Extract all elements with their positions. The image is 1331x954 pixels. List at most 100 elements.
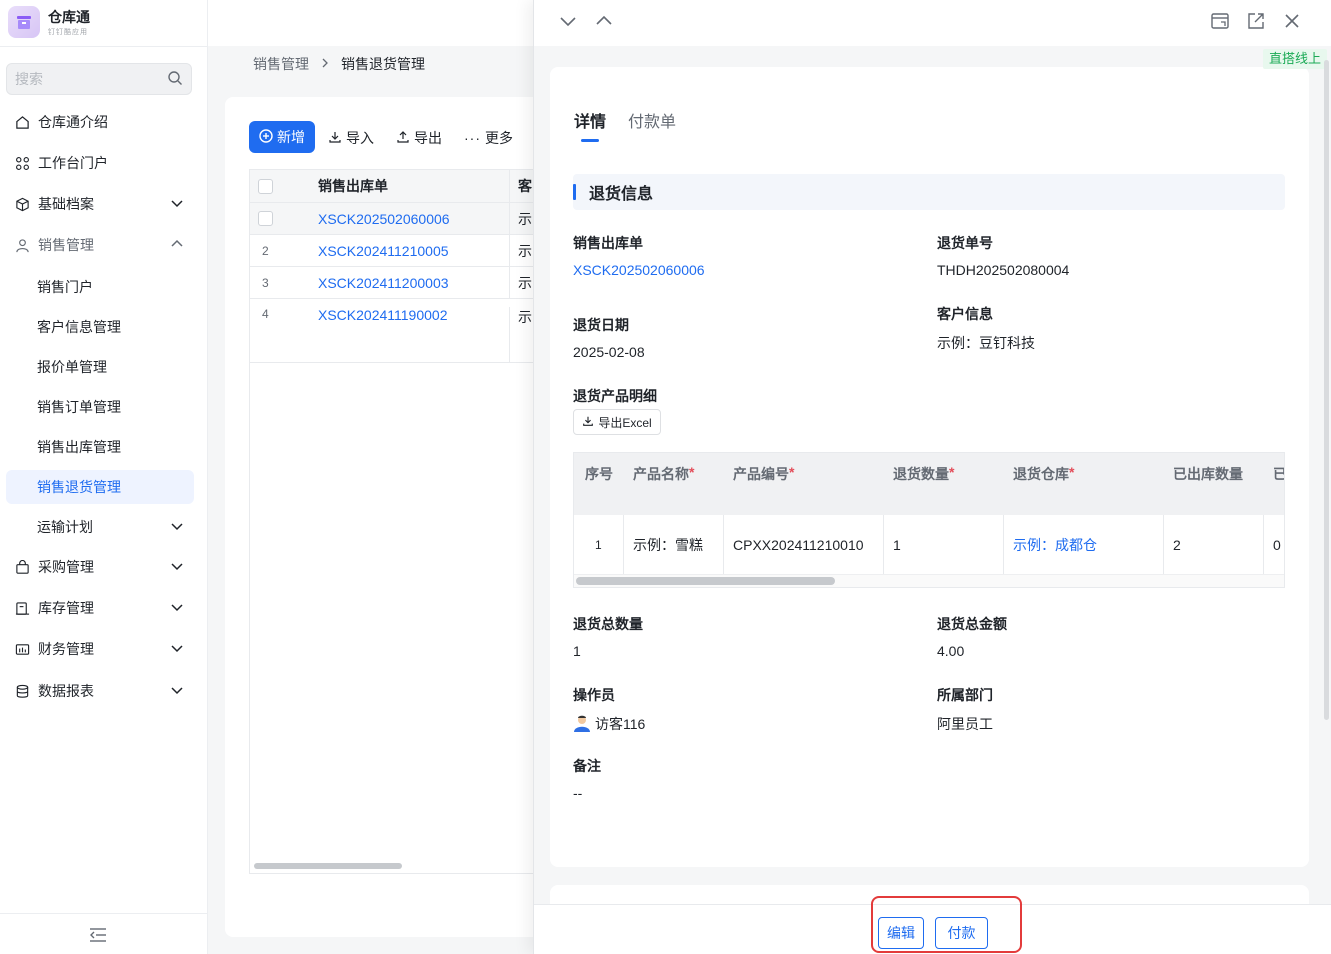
chevron-down-icon — [170, 600, 184, 617]
nav-item-finance[interactable]: 财务管理 — [6, 632, 194, 666]
row-number: 2 — [262, 243, 269, 258]
tab-payment[interactable]: 付款单 — [628, 108, 676, 142]
app-logo — [8, 6, 40, 38]
nav-item-intro[interactable]: 仓库通介绍 — [6, 105, 194, 139]
nav-item-purchase[interactable]: 采购管理 — [6, 550, 194, 584]
table-row[interactable]: 4 XSCK202411190002 示 — [250, 299, 539, 363]
chevron-down-icon — [170, 683, 184, 700]
nav-item-sales[interactable]: 销售管理 — [6, 228, 194, 262]
nav-item-quotation[interactable]: 报价单管理 — [6, 350, 194, 384]
column-header: 产品名称 * — [633, 464, 695, 482]
section-title: 退货信息 — [589, 186, 654, 203]
grid-icon — [14, 155, 30, 171]
chevron-up-icon — [170, 237, 184, 254]
total-qty-value: 1 — [573, 643, 581, 659]
plus-circle-icon — [259, 128, 273, 146]
order-code-link[interactable]: XSCK202411190002 — [318, 307, 447, 323]
chevron-down-icon — [170, 519, 184, 536]
ellipsis-icon: ··· — [464, 130, 481, 146]
table-row[interactable]: 2 XSCK202411210005 示 — [250, 235, 539, 267]
column-header: 已出库数量 — [1173, 466, 1243, 482]
open-new-window-icon[interactable] — [1246, 11, 1266, 34]
nav-item-workbench[interactable]: 工作台门户 — [6, 146, 194, 180]
chevron-down-icon[interactable] — [558, 11, 578, 34]
horizontal-scrollbar[interactable] — [576, 577, 835, 585]
table-row[interactable]: XSCK202502060006 示 — [250, 203, 539, 235]
export-excel-button[interactable]: 导出Excel — [573, 409, 661, 435]
nav-label: 报价单管理 — [37, 359, 107, 375]
divider — [0, 46, 208, 47]
brand[interactable]: 仓库通 钉钉酷应用 — [8, 4, 90, 40]
order-code-link[interactable]: XSCK202411200003 — [318, 275, 449, 291]
column-header: 退货仓库 * — [1013, 464, 1075, 482]
search-input[interactable] — [15, 71, 155, 87]
operator-value: 访客116 — [573, 714, 645, 734]
nav-item-basic-archive[interactable]: 基础档案 — [6, 187, 194, 221]
nav-label: 仓库通介绍 — [38, 114, 108, 130]
order-code-link[interactable]: XSCK202411210005 — [318, 243, 449, 259]
nav-item-sales-portal[interactable]: 销售门户 — [6, 270, 194, 304]
nav-item-inventory[interactable]: 库存管理 — [6, 591, 194, 625]
vertical-scrollbar[interactable] — [1324, 60, 1329, 720]
top-bar — [208, 0, 538, 46]
highlight-box — [871, 896, 1022, 953]
out-qty-cell: 2 — [1164, 515, 1264, 574]
nav-item-sales-return[interactable]: 销售退货管理 — [6, 470, 194, 504]
row-checkbox[interactable] — [258, 211, 273, 226]
collapse-menu-icon[interactable] — [88, 926, 108, 947]
return-qty-cell: 1 — [884, 515, 1004, 574]
chevron-up-icon[interactable] — [594, 11, 614, 34]
field-label: 退货单号 — [937, 235, 993, 251]
avatar — [573, 714, 591, 732]
search-box[interactable] — [6, 63, 192, 95]
nav-item-reports[interactable]: 数据报表 — [6, 674, 194, 708]
import-button[interactable]: 导入 — [328, 128, 374, 148]
nav-label: 销售退货管理 — [37, 479, 121, 495]
export-button[interactable]: 导出 — [396, 128, 442, 148]
field-label: 退货日期 — [573, 317, 629, 333]
upload-icon — [396, 130, 410, 147]
customer-cell: 示 — [518, 309, 532, 325]
column-header-code[interactable]: 销售出库单 — [306, 170, 510, 202]
chevron-down-icon — [170, 641, 184, 658]
close-icon[interactable] — [1282, 11, 1302, 34]
sales-out-link[interactable]: XSCK202502060006 — [573, 262, 705, 278]
column-header-customer[interactable]: 客 — [510, 176, 532, 196]
total-amount-value: 4.00 — [937, 643, 965, 659]
warehouse-link[interactable]: 示例：成都仓 — [1004, 515, 1164, 574]
app-subtitle: 钉钉酷应用 — [48, 29, 88, 36]
breadcrumb-parent[interactable]: 销售管理 — [253, 54, 309, 74]
nav-label: 库存管理 — [38, 600, 94, 616]
nav-item-customer-info[interactable]: 客户信息管理 — [6, 310, 194, 344]
download-icon — [582, 415, 594, 430]
extra-cell: 0 — [1264, 515, 1284, 574]
department-value: 阿里员工 — [937, 716, 993, 732]
horizontal-scrollbar[interactable] — [254, 863, 402, 869]
nav-item-sales-order[interactable]: 销售订单管理 — [6, 390, 194, 424]
nav-item-transport-plan[interactable]: 运输计划 — [6, 510, 194, 544]
field-label: 操作员 — [573, 687, 615, 703]
export-excel-label: 导出Excel — [598, 415, 652, 430]
customer-cell: 示 — [518, 274, 532, 291]
table-row[interactable]: 3 XSCK202411200003 示 — [250, 267, 539, 299]
chevron-down-icon — [170, 196, 184, 213]
operator-name: 访客116 — [595, 716, 646, 732]
nav-label: 销售出库管理 — [37, 439, 121, 455]
search-icon[interactable] — [167, 70, 183, 89]
add-button[interactable]: 新增 — [249, 121, 315, 153]
tab-detail[interactable]: 详情 — [574, 108, 606, 142]
home-icon — [14, 114, 30, 130]
window-mode-icon[interactable] — [1210, 11, 1230, 34]
sidebar: 仓库通 钉钉酷应用 仓库通介绍 工作台门户 基础档案 销售管理 销售门户 客户信… — [0, 0, 208, 954]
more-button[interactable]: ··· 更多 — [464, 128, 513, 148]
section-mark — [573, 184, 576, 200]
bag-icon — [14, 559, 30, 575]
nav-label: 销售订单管理 — [37, 399, 121, 415]
field-label: 销售出库单 — [573, 235, 643, 251]
breadcrumb: 销售管理 销售退货管理 — [253, 54, 425, 74]
table-row[interactable]: 1 示例：雪糕 CPXX202411210010 1 示例：成都仓 2 0 — [574, 515, 1284, 574]
field-label: 退货产品明细 — [573, 388, 657, 404]
order-code-link[interactable]: XSCK202502060006 — [318, 211, 450, 227]
select-all-checkbox[interactable] — [258, 178, 273, 194]
nav-item-sales-out[interactable]: 销售出库管理 — [6, 430, 194, 464]
